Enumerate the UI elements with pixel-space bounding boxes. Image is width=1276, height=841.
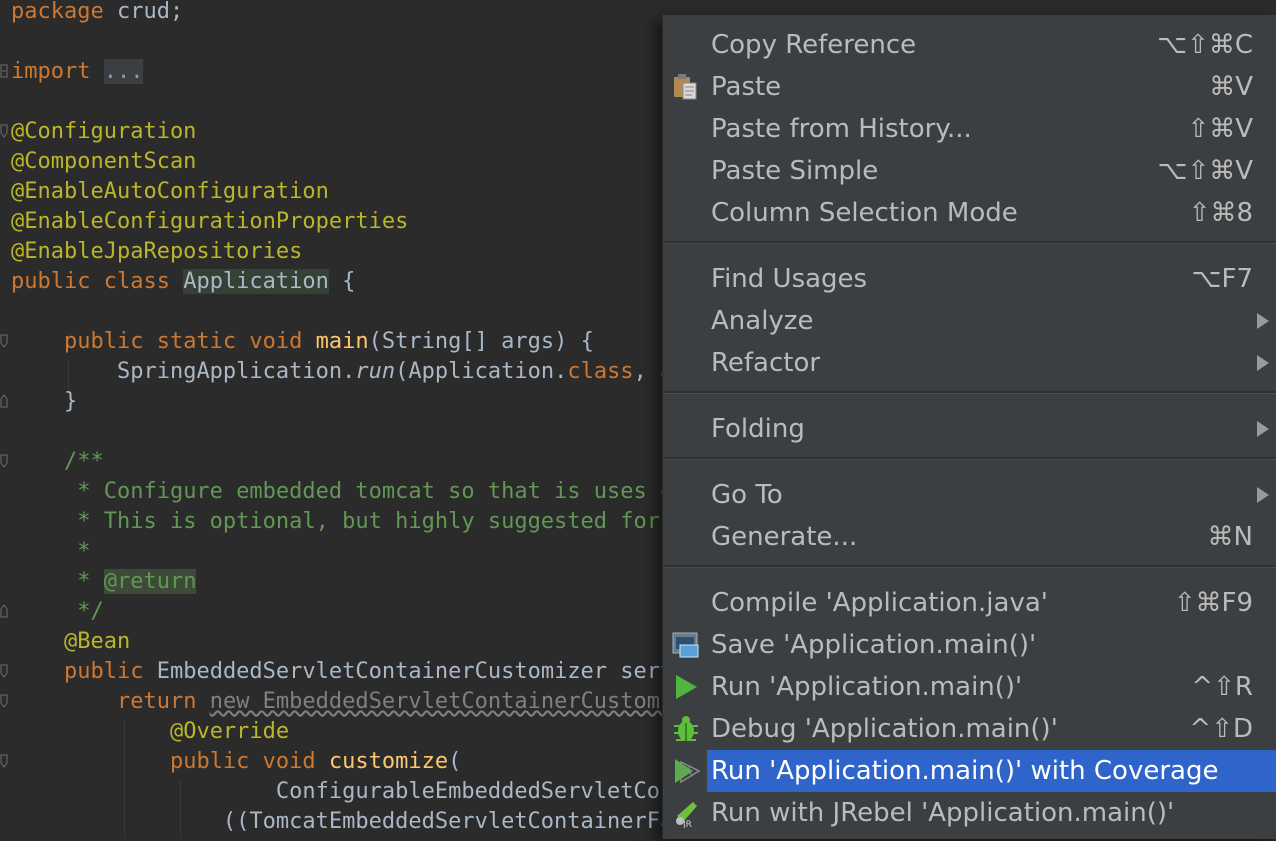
- code-line-annotation: @EnableJpaRepositories: [11, 239, 303, 264]
- submenu-arrow-icon: [1257, 421, 1269, 437]
- menu-item-run[interactable]: Run 'Application.main()' ^⇧R: [663, 666, 1276, 708]
- menu-item-compile[interactable]: Compile 'Application.java' ⇧⌘F9: [663, 582, 1276, 624]
- submenu-arrow-icon: [1257, 487, 1269, 503]
- shortcut: ⌥F7: [1191, 264, 1253, 294]
- coverage-icon: [671, 756, 701, 786]
- code-line-annotation: @EnableAutoConfiguration: [11, 179, 329, 204]
- shortcut: ⌘N: [1207, 522, 1253, 552]
- shortcut: ⇧⌘F9: [1173, 588, 1253, 618]
- code-line-override: @Override: [169, 719, 290, 744]
- folded-imports[interactable]: ...: [103, 59, 144, 84]
- code-line-bean-annotation: @Bean: [63, 629, 131, 654]
- menu-item-analyze[interactable]: Analyze: [663, 300, 1276, 342]
- shortcut: ⇧⌘V: [1187, 114, 1253, 144]
- submenu-arrow-icon: [1257, 355, 1269, 371]
- shortcut: ^⇧R: [1191, 672, 1253, 702]
- clipboard-icon: [671, 72, 701, 102]
- fold-marker-icon[interactable]: [0, 664, 8, 678]
- fold-marker-icon[interactable]: [0, 334, 8, 348]
- code-line-return: return new EmbeddedServletContainerCusto…: [116, 689, 766, 714]
- menu-item-paste[interactable]: Paste ⌘V: [663, 66, 1276, 108]
- menu-item-paste-simple[interactable]: Paste Simple ⌥⇧⌘V: [663, 150, 1276, 192]
- fold-marker-icon[interactable]: [0, 754, 8, 768]
- fold-marker-icon[interactable]: [0, 64, 8, 78]
- submenu-arrow-icon: [1257, 313, 1269, 329]
- code-line-customize-declaration: public void customize(: [169, 749, 462, 774]
- fold-marker-icon[interactable]: [0, 394, 8, 408]
- menu-separator: [663, 457, 1276, 460]
- code-line-doc-comment: */: [63, 599, 104, 624]
- code-line-import: import ...: [11, 59, 144, 84]
- menu-item-generate[interactable]: Generate... ⌘N: [663, 516, 1276, 558]
- menu-item-refactor[interactable]: Refactor: [663, 342, 1276, 384]
- code-line-doc-comment: *: [63, 539, 91, 564]
- code-line-main-declaration: public static void main(String[] args) {: [63, 329, 594, 354]
- fold-marker-icon[interactable]: [0, 694, 8, 708]
- shortcut: ^⇧D: [1189, 714, 1253, 744]
- menu-item-copy-reference[interactable]: Copy Reference ⌥⇧⌘C: [663, 24, 1276, 66]
- menu-item-folding[interactable]: Folding: [663, 408, 1276, 450]
- code-line-doc-comment: /**: [63, 449, 104, 474]
- debug-icon: [671, 714, 701, 744]
- jrebel-icon: JR: [671, 798, 701, 830]
- fold-marker-icon[interactable]: [0, 604, 8, 618]
- code-line-annotation: @ComponentScan: [11, 149, 197, 174]
- shortcut: ⌥⇧⌘V: [1157, 156, 1253, 186]
- menu-separator: [663, 241, 1276, 244]
- menu-item-column-selection-mode[interactable]: Column Selection Mode ⇧⌘8: [663, 192, 1276, 234]
- menu-item-debug[interactable]: Debug 'Application.main()' ^⇧D: [663, 708, 1276, 750]
- code-line-run-call: SpringApplication.run(Application.class,…: [116, 359, 740, 384]
- fold-marker-icon[interactable]: [0, 124, 8, 138]
- menu-item-go-to[interactable]: Go To: [663, 474, 1276, 516]
- class-name-identifier[interactable]: Application: [183, 269, 329, 294]
- code-line-close-brace: }: [63, 389, 78, 414]
- code-line-doc-comment: * @return: [63, 569, 197, 594]
- code-line-annotation: @EnableConfigurationProperties: [11, 209, 409, 234]
- code-line-annotation: @Configuration: [11, 119, 197, 144]
- menu-separator: [663, 565, 1276, 568]
- code-line-package: package crud;: [11, 0, 184, 24]
- menu-item-save-configuration[interactable]: Save 'Application.main()': [663, 624, 1276, 666]
- save-config-icon: [671, 630, 701, 660]
- shortcut: ⇧⌘8: [1188, 198, 1253, 228]
- menu-item-run-with-coverage[interactable]: Run 'Application.main()' with Coverage: [663, 750, 1276, 792]
- svg-text:JR: JR: [682, 820, 692, 828]
- shortcut: ⌘V: [1209, 72, 1253, 102]
- menu-separator: [663, 391, 1276, 394]
- menu-item-find-usages[interactable]: Find Usages ⌥F7: [663, 258, 1276, 300]
- menu-item-paste-from-history[interactable]: Paste from History... ⇧⌘V: [663, 108, 1276, 150]
- fold-marker-icon[interactable]: [0, 454, 8, 468]
- code-line-class-declaration: public class Application {: [11, 269, 356, 294]
- editor-context-menu: Copy Reference ⌥⇧⌘C Paste ⌘V Paste from …: [662, 14, 1276, 839]
- shortcut: ⌥⇧⌘C: [1157, 30, 1253, 60]
- menu-item-run-with-jrebel[interactable]: JR Run with JRebel 'Application.main()': [663, 792, 1276, 834]
- run-icon: [671, 672, 701, 702]
